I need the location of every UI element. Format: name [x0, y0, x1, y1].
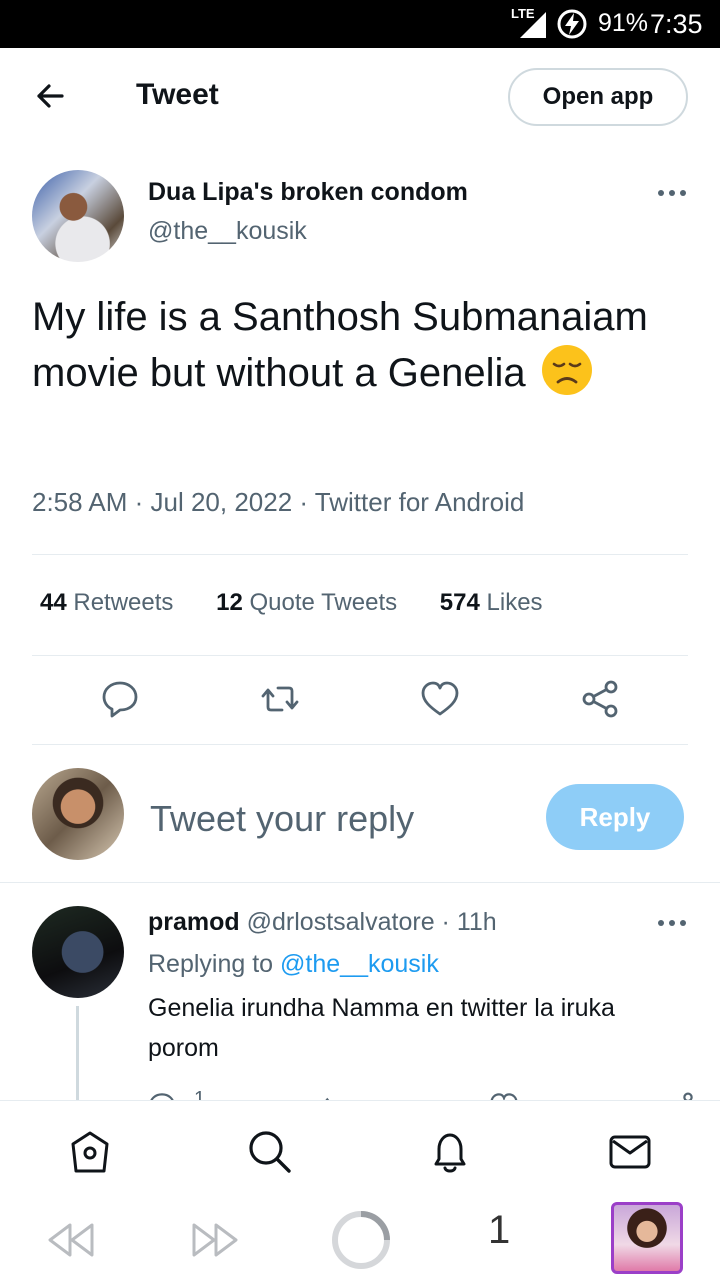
more-options-icon[interactable] [656, 188, 688, 198]
reply-input[interactable]: Tweet your reply [150, 798, 414, 840]
page-title: Tweet [136, 78, 219, 111]
reply-icon[interactable] [98, 677, 142, 721]
divider [32, 655, 688, 656]
thread-line [76, 1006, 79, 1106]
author-avatar[interactable] [32, 170, 124, 262]
tweet-meta: 2:58 AM · Jul 20, 2022 · Twitter for And… [32, 487, 525, 517]
home-icon[interactable] [67, 1129, 113, 1175]
like-heart-icon[interactable] [418, 677, 462, 721]
browser-tab-thumbnail[interactable] [611, 1202, 683, 1274]
reply-author-name[interactable]: pramod [148, 908, 240, 936]
tweet-text: My life is a Santhosh Submanaiam movie b… [32, 290, 702, 400]
messages-mail-icon[interactable] [607, 1129, 653, 1175]
reply-text: Genelia irundha Namma en twitter la iruk… [148, 994, 615, 1062]
battery-charging-icon [557, 9, 587, 39]
quote-tweets-stat[interactable]: 12 Quote Tweets [216, 589, 397, 616]
reply-share-icon[interactable] [664, 1090, 696, 1100]
search-icon[interactable] [247, 1129, 293, 1175]
browser-back-icon[interactable] [44, 1213, 98, 1267]
open-app-button[interactable]: Open app [508, 68, 688, 126]
clock: 7:35 [650, 9, 703, 39]
browser-forward-icon[interactable] [188, 1213, 242, 1267]
divider [32, 554, 688, 555]
reply-comment-icon[interactable] [146, 1090, 178, 1100]
reply-more-options-icon[interactable] [656, 918, 688, 928]
replying-to: Replying to @the__kousik [148, 950, 439, 979]
current-user-avatar [32, 768, 124, 860]
author-name[interactable]: Dua Lipa's broken condom [148, 178, 468, 207]
reply-time: · 11h [441, 908, 497, 936]
back-arrow-icon[interactable] [32, 78, 68, 114]
loading-spinner-icon[interactable] [330, 1209, 392, 1271]
reply-author-handle[interactable]: @drlostsalvatore [247, 908, 435, 936]
signal-icon [520, 12, 546, 38]
disappointed-face-emoji-icon [541, 345, 592, 395]
battery-percent: 91% [598, 9, 649, 37]
reply-author-avatar[interactable] [32, 906, 124, 998]
divider [32, 744, 688, 745]
tweet-stats: 44 Retweets 12 Quote Tweets 574 Likes [40, 589, 579, 617]
reply-action-row: 1 [146, 1090, 706, 1100]
replying-to-handle-link[interactable]: @the__kousik [280, 950, 439, 978]
reply-count: 1 [194, 1090, 205, 1100]
reply-header: pramod @drlostsalvatore · 11h [148, 908, 497, 937]
notifications-bell-icon[interactable] [427, 1129, 473, 1175]
reply-button[interactable]: Reply [546, 784, 684, 850]
reply-like-icon[interactable] [488, 1090, 520, 1100]
browser-tab-count[interactable]: 1 [488, 1208, 510, 1253]
replying-to-prefix: Replying to [148, 950, 274, 978]
retweet-icon[interactable] [258, 677, 302, 721]
status-bar: LTE 91% 7:35 [0, 0, 720, 48]
author-handle[interactable]: @the__kousik [148, 217, 307, 246]
likes-stat[interactable]: 574 Likes [440, 589, 543, 616]
reply-retweet-icon[interactable] [320, 1090, 352, 1100]
share-icon[interactable] [578, 677, 622, 721]
divider [0, 882, 720, 883]
retweets-stat[interactable]: 44 Retweets [40, 589, 173, 616]
